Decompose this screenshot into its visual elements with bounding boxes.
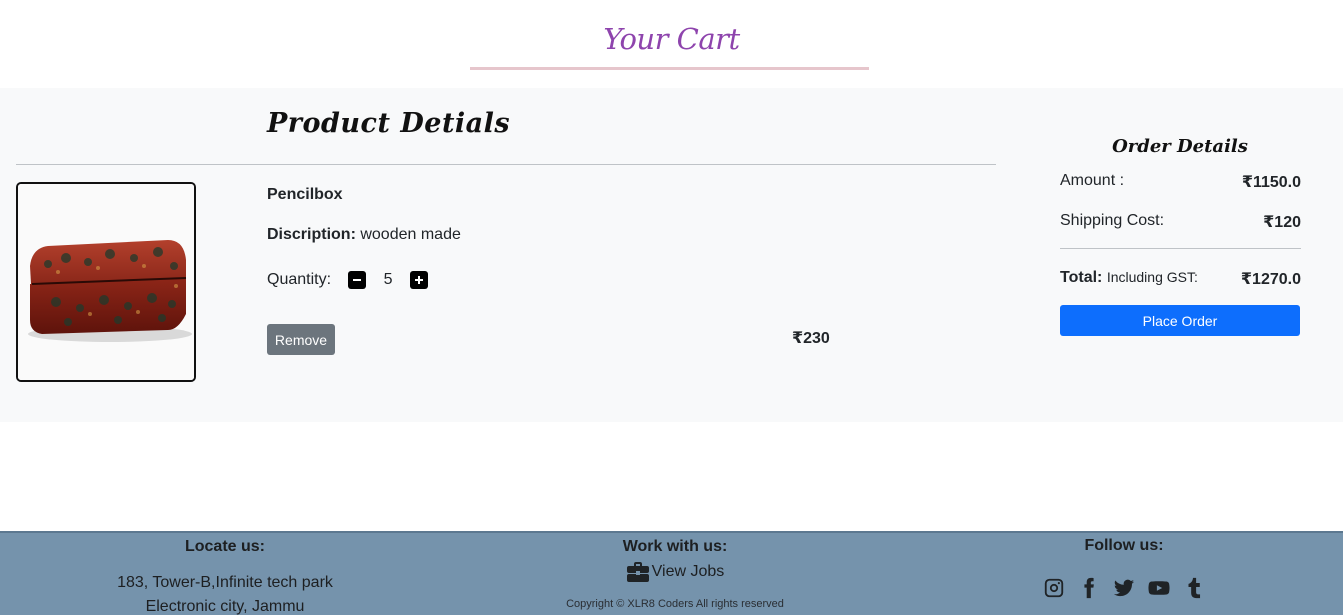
quantity-stepper: Quantity: 5 — [267, 270, 429, 290]
footer-locate: Locate us: 183, Tower-B,Infinite tech pa… — [105, 538, 345, 615]
view-jobs-label: View Jobs — [651, 563, 725, 580]
description-label: Discription: — [267, 226, 356, 243]
shipping-row: Shipping Cost: ₹120 — [1060, 212, 1301, 232]
total-note: Including GST: — [1106, 269, 1198, 285]
product-details-heading: Product Detials — [267, 108, 511, 139]
product-name: Pencilbox — [267, 186, 343, 203]
decrease-quantity-button[interactable] — [348, 271, 367, 289]
social-links — [1004, 575, 1244, 601]
order-divider — [1060, 248, 1301, 249]
youtube-icon — [1148, 581, 1170, 595]
briefcase-icon — [626, 562, 649, 582]
description-value: wooden made — [360, 226, 461, 243]
view-jobs-link[interactable]: View Jobs — [555, 561, 795, 583]
title-underline — [470, 67, 869, 70]
total-label: Total: — [1060, 269, 1103, 286]
page-title: Your Cart — [603, 22, 740, 56]
total-value: ₹1270.0 — [1240, 271, 1301, 288]
place-order-button[interactable]: Place Order — [1060, 305, 1300, 336]
footer: Locate us: 183, Tower-B,Infinite tech pa… — [0, 531, 1343, 615]
plus-icon — [415, 276, 424, 284]
facebook-icon — [1084, 577, 1094, 599]
follow-heading: Follow us: — [1084, 537, 1164, 554]
amount-row: Amount : ₹1150.0 — [1060, 172, 1301, 192]
total-row: Total: Including GST: ₹1270.0 — [1060, 269, 1301, 289]
shipping-label: Shipping Cost: — [1060, 212, 1165, 229]
tumblr-link[interactable] — [1181, 575, 1207, 601]
copyright: Copyright © XLR8 Coders All rights reser… — [566, 598, 784, 610]
minus-icon — [353, 279, 362, 281]
increase-quantity-button[interactable] — [410, 271, 429, 289]
pencilbox-image — [18, 184, 194, 380]
address-line: Electronic city, Jammu — [145, 598, 305, 615]
remove-button[interactable]: Remove — [267, 324, 335, 355]
divider — [16, 164, 996, 165]
order-details-heading: Order Details — [1112, 136, 1248, 157]
footer-work: Work with us: View Jobs Copyright © XLR8… — [555, 538, 795, 610]
product-description: Discription: wooden made — [267, 226, 461, 244]
amount-value: ₹1150.0 — [1241, 174, 1301, 191]
instagram-link[interactable] — [1041, 575, 1067, 601]
instagram-icon — [1044, 578, 1064, 598]
footer-follow: Follow us: — [1004, 537, 1244, 601]
amount-label: Amount : — [1060, 172, 1125, 189]
item-price: ₹230 — [792, 330, 830, 347]
facebook-link[interactable] — [1076, 575, 1102, 601]
quantity-label: Quantity: — [267, 271, 332, 288]
address: 183, Tower-B,Infinite tech park Electron… — [105, 571, 345, 615]
twitter-link[interactable] — [1111, 575, 1137, 601]
twitter-icon — [1113, 579, 1135, 597]
shipping-value: ₹120 — [1263, 214, 1301, 231]
tumblr-icon — [1188, 577, 1201, 599]
cart-panel: Product Detials Pencilbox Discription: w… — [0, 88, 1343, 422]
address-line: 183, Tower-B,Infinite tech park — [117, 574, 333, 591]
youtube-link[interactable] — [1146, 575, 1172, 601]
page-header: Your Cart — [0, 0, 1343, 88]
quantity-value: 5 — [383, 271, 393, 288]
work-heading: Work with us: — [622, 538, 728, 555]
product-image — [16, 182, 196, 382]
locate-heading: Locate us: — [184, 538, 265, 555]
